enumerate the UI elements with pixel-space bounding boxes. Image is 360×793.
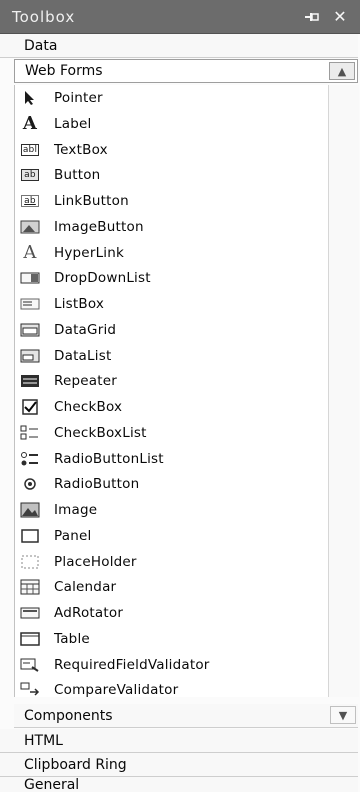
tab-components-label: Components — [24, 707, 113, 724]
toolbox-item-image[interactable]: Image — [18, 498, 308, 522]
toolbox-item-label: TextBox — [54, 141, 108, 158]
datalist-icon — [18, 345, 42, 367]
toolbox-window: Toolbox ✕ Data Web Forms ▲ Pointer A Label… — [0, 0, 360, 793]
toolbox-item-radiobutton[interactable]: RadioButton — [18, 472, 308, 496]
imagebutton-icon — [18, 216, 42, 238]
label-icon: A — [22, 113, 38, 135]
pin-icon[interactable] — [298, 5, 326, 29]
listbox-icon — [18, 293, 42, 315]
toolbox-item-adrotator[interactable]: AdRotator — [18, 601, 308, 625]
textbox-icon: abl — [20, 143, 40, 156]
calendar-icon — [18, 576, 42, 598]
toolbox-item-linkbutton[interactable]: ab LinkButton — [18, 189, 308, 213]
toolbox-item-label: DataList — [54, 347, 112, 364]
toolbox-item-button[interactable]: ab Button — [18, 163, 308, 187]
window-title: Toolbox — [12, 7, 76, 26]
image-icon — [18, 499, 42, 521]
toolbox-item-label: DataGrid — [54, 321, 117, 338]
linkbutton-icon: ab — [18, 190, 42, 212]
radiobuttonlist-icon — [18, 448, 42, 470]
toolbox-item-label: CompareValidator — [54, 682, 179, 699]
toolbox-item-imagebutton[interactable]: ImageButton — [18, 215, 308, 239]
toolbox-item-panel[interactable]: Panel — [18, 524, 308, 548]
toolbox-item-label: ListBox — [54, 296, 105, 312]
dropdownlist-icon — [18, 267, 42, 289]
toolbox-item-label: Pointer — [54, 90, 103, 106]
tab-web-forms[interactable]: Web Forms ▲ — [14, 59, 358, 83]
toolbox-item-label: RadioButtonList — [54, 450, 164, 467]
toolbox-item-label: Repeater — [54, 373, 117, 390]
scroll-down-button[interactable]: ▼ — [330, 706, 356, 724]
toolbox-item-label: HyperLink — [54, 244, 125, 261]
toolbox-item-label: Button — [54, 167, 101, 184]
close-icon[interactable]: ✕ — [326, 5, 354, 29]
toolbox-item-dropdownlist[interactable]: DropDownList — [18, 266, 308, 290]
toolbox-item-table[interactable]: Table — [18, 627, 308, 651]
toolbox-item-checkboxlist[interactable]: CheckBoxList — [18, 421, 308, 445]
toolbox-item-radiobuttonlist[interactable]: RadioButtonList — [18, 447, 308, 471]
toolbox-item-label: Calendar — [54, 579, 117, 596]
toolbox-item-label: PlaceHolder — [54, 553, 137, 570]
toolbox-item-label[interactable]: A Label — [18, 112, 308, 136]
toolbox-titlebar: Toolbox ✕ — [0, 0, 360, 34]
checkbox-icon — [18, 396, 42, 418]
toolbox-item-label: Panel — [54, 527, 92, 544]
table-icon — [18, 628, 42, 650]
hyperlink-icon: A — [23, 242, 37, 263]
toolbox-item-listbox[interactable]: ListBox — [18, 292, 308, 316]
toolbox-item-label: CheckBoxList — [54, 424, 147, 441]
tab-web-forms-label: Web Forms — [25, 63, 103, 79]
toolbox-item-label: Label — [54, 115, 92, 132]
toolbox-item-datalist[interactable]: DataList — [18, 344, 308, 368]
placeholder-icon — [18, 551, 42, 573]
radiobutton-icon — [18, 473, 42, 495]
tab-components[interactable]: Components ▼ — [14, 704, 358, 728]
comparevalidator-icon — [18, 679, 42, 701]
checkboxlist-icon — [18, 422, 42, 444]
requiredfieldvalidator-icon — [18, 654, 42, 676]
datagrid-icon — [18, 319, 42, 341]
tab-html-label: HTML — [24, 732, 63, 749]
toolbox-item-label: LinkButton — [54, 193, 129, 209]
adrotator-icon — [18, 602, 42, 624]
button-icon: ab — [18, 164, 42, 186]
toolbox-item-hyperlink[interactable]: A HyperLink — [18, 241, 308, 265]
panel-icon — [18, 525, 42, 547]
pointer-icon — [18, 87, 42, 109]
scroll-up-button[interactable]: ▲ — [329, 62, 355, 80]
toolbox-item-placeholder[interactable]: PlaceHolder — [18, 550, 308, 574]
toolbox-item-label: RequiredFieldValidator — [54, 656, 210, 673]
toolbox-item-requiredfieldvalidator[interactable]: RequiredFieldValidator — [18, 653, 308, 677]
tab-general-label: General — [24, 776, 80, 793]
toolbox-item-label: DropDownList — [54, 270, 151, 287]
tab-data-label: Data — [24, 37, 58, 54]
toolbox-item-calendar[interactable]: Calendar — [18, 575, 308, 599]
tab-general[interactable]: General — [0, 776, 358, 793]
toolbox-item-pointer[interactable]: Pointer — [18, 86, 308, 110]
toolbox-item-checkbox[interactable]: CheckBox — [18, 395, 308, 419]
tab-html[interactable]: HTML — [0, 729, 358, 753]
tab-data[interactable]: Data — [0, 34, 358, 58]
tab-clipboard-ring[interactable]: Clipboard Ring — [0, 753, 358, 777]
toolbox-item-label: Table — [54, 630, 90, 647]
repeater-icon — [18, 370, 42, 392]
toolbox-item-label: CheckBox — [54, 399, 123, 415]
toolbox-item-repeater[interactable]: Repeater — [18, 369, 308, 393]
toolbox-item-label: RadioButton — [54, 476, 140, 493]
toolbox-item-label: Image — [54, 502, 98, 518]
list-scrollbar[interactable] — [328, 85, 359, 697]
toolbox-item-label: AdRotator — [54, 605, 124, 621]
toolbox-item-label: ImageButton — [54, 218, 144, 235]
tab-clipboard-ring-label: Clipboard Ring — [24, 756, 127, 773]
toolbox-item-textbox[interactable]: abl TextBox — [18, 138, 308, 162]
toolbox-item-comparevalidator[interactable]: CompareValidator — [18, 678, 308, 702]
toolbox-item-datagrid[interactable]: DataGrid — [18, 318, 308, 342]
